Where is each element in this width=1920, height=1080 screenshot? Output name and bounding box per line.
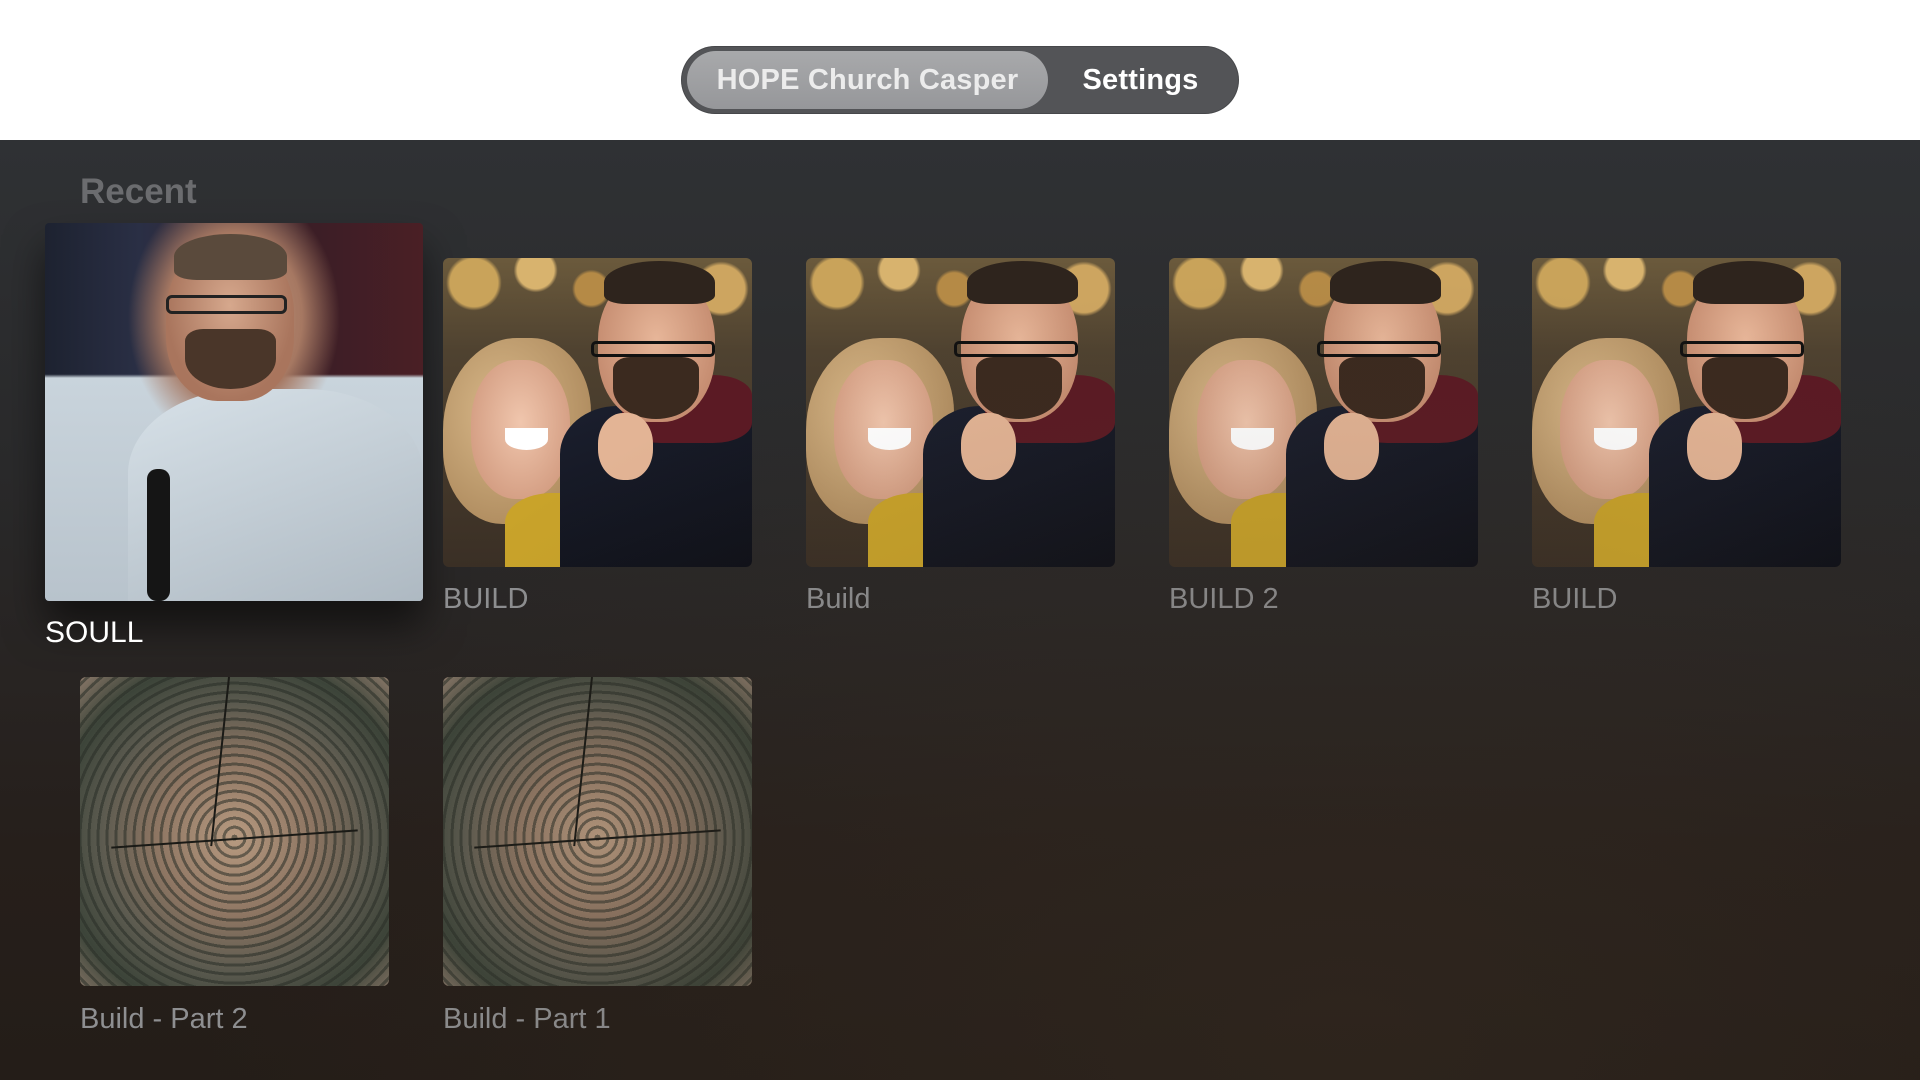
section-title: Recent <box>80 172 197 211</box>
media-tile-build[interactable] <box>443 258 752 567</box>
media-tile-soull[interactable] <box>45 223 423 601</box>
couple-artwork <box>443 258 752 567</box>
speaker-artwork <box>45 223 423 601</box>
content-area: Recent SOULL BUILD Build BUILD 2 BUILD B… <box>0 140 1920 1080</box>
couple-artwork <box>1532 258 1841 567</box>
media-title: SOULL <box>45 616 144 649</box>
couple-artwork <box>806 258 1115 567</box>
media-tile-build[interactable] <box>1532 258 1841 567</box>
media-tile-build-part-1[interactable] <box>443 677 752 986</box>
wood-artwork <box>443 677 752 986</box>
tab-settings[interactable]: Settings <box>1048 51 1233 109</box>
media-title: Build - Part 2 <box>80 1003 248 1035</box>
media-title: BUILD 2 <box>1169 583 1279 615</box>
tab-bar: HOPE Church Casper Settings <box>681 46 1239 114</box>
media-title: Build - Part 1 <box>443 1003 611 1035</box>
couple-artwork <box>1169 258 1478 567</box>
media-title: Build <box>806 583 871 615</box>
tab-hope-church-casper[interactable]: HOPE Church Casper <box>687 51 1048 109</box>
media-tile-build[interactable] <box>806 258 1115 567</box>
media-tile-build-part-2[interactable] <box>80 677 389 986</box>
wood-artwork <box>80 677 389 986</box>
media-title: BUILD <box>443 583 529 615</box>
media-title: BUILD <box>1532 583 1618 615</box>
media-tile-build-2[interactable] <box>1169 258 1478 567</box>
top-menu-bar: HOPE Church Casper Settings <box>0 0 1920 140</box>
